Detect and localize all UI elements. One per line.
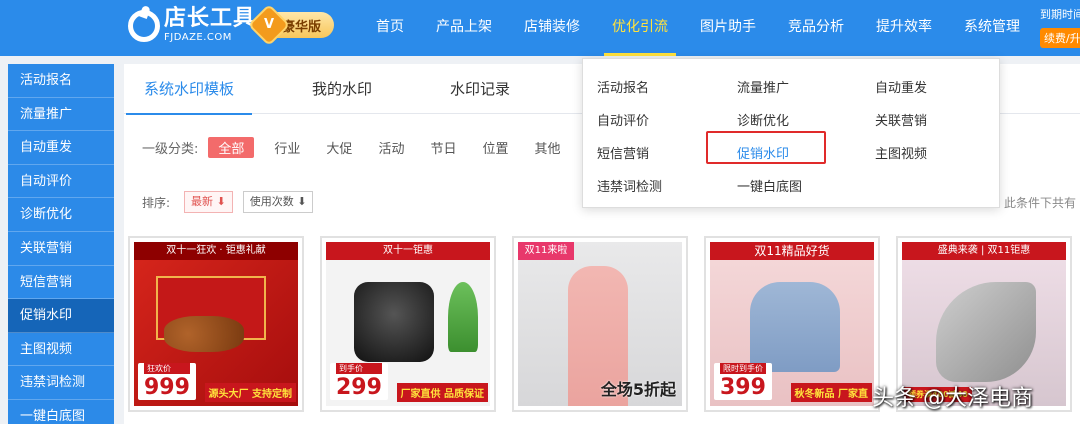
- sidebar-item-main-video[interactable]: 主图视频: [8, 333, 114, 367]
- brand-name: 店长工具: [164, 6, 257, 31]
- menu-item-diagnosis[interactable]: 诊断优化: [737, 110, 789, 129]
- filter-option-other[interactable]: 其他: [534, 138, 560, 157]
- nav-home[interactable]: 首页: [360, 0, 420, 56]
- sidebar-item-activity-signup[interactable]: 活动报名: [8, 64, 114, 98]
- menu-item-activity-signup[interactable]: 活动报名: [597, 77, 649, 96]
- top-navigation-bar: 店长工具 FJDAZE.COM V 豪华版 首页 产品上架 店铺装修 优化引流 …: [0, 0, 1080, 56]
- template-card[interactable]: 双11精品好货 限时到手价 399 秋冬新品 厂家直: [704, 236, 880, 412]
- brand-domain: FJDAZE.COM: [164, 32, 232, 43]
- logo-icon: [128, 9, 160, 42]
- menu-item-sms-marketing[interactable]: 短信营销: [597, 143, 649, 162]
- menu-item-banned-words[interactable]: 违禁词检测: [597, 176, 662, 195]
- template-card[interactable]: 双十一狂欢 · 钜惠礼献 狂欢价 999 源头大厂 支持定制: [128, 236, 304, 412]
- sidebar-item-banned-words[interactable]: 违禁词检测: [8, 366, 114, 400]
- template-card[interactable]: 双11来啦 全场5折起: [512, 236, 688, 412]
- sidebar-item-sms-marketing[interactable]: 短信营销: [8, 266, 114, 300]
- sidebar: 活动报名 流量推广 自动重发 自动评价 诊断优化 关联营销 短信营销 促销水印 …: [8, 64, 114, 424]
- tab-watermark-records[interactable]: 水印记录: [450, 64, 510, 114]
- card-ribbon: 双十一狂欢 · 钜惠礼献: [134, 242, 298, 260]
- sidebar-item-white-background[interactable]: 一键白底图: [8, 400, 114, 424]
- highlight-box: [706, 131, 826, 164]
- menu-item-white-background[interactable]: 一键白底图: [737, 176, 802, 195]
- edition-badge: V 豪华版: [247, 3, 334, 47]
- nav-efficiency[interactable]: 提升效率: [860, 0, 948, 56]
- category-filter: 一级分类: 全部 行业 大促 活动 节日 位置 其他: [142, 137, 587, 158]
- sort-label: 排序:: [142, 195, 171, 210]
- nav-product-listing[interactable]: 产品上架: [420, 0, 508, 56]
- card-slogan: 厂家直供 品质保证: [396, 383, 488, 402]
- result-count-note: 此条件下共有: [1004, 196, 1077, 210]
- nav-competitor-analysis[interactable]: 竞品分析: [772, 0, 860, 56]
- model-jacket-image: [750, 282, 840, 372]
- sort-newest-button[interactable]: 最新 ⬇: [184, 191, 233, 213]
- filter-option-position[interactable]: 位置: [482, 138, 508, 157]
- nav-image-assistant[interactable]: 图片助手: [684, 0, 772, 56]
- renew-button[interactable]: 续费/升: [1040, 28, 1080, 48]
- sidebar-item-diagnosis[interactable]: 诊断优化: [8, 198, 114, 232]
- menu-item-main-video[interactable]: 主图视频: [875, 143, 927, 162]
- nav-store-decoration[interactable]: 店铺装修: [508, 0, 596, 56]
- sidebar-item-related-marketing[interactable]: 关联营销: [8, 232, 114, 266]
- card-slogan: 全场5折起: [600, 380, 676, 399]
- filter-option-activity[interactable]: 活动: [378, 138, 404, 157]
- sort-bar: 排序: 最新 ⬇ 使用次数 ⬇: [142, 191, 323, 213]
- menu-item-auto-review[interactable]: 自动评价: [597, 110, 649, 129]
- filter-option-industry[interactable]: 行业: [274, 138, 300, 157]
- expiry-label: 到期时间: [1040, 8, 1080, 21]
- nav-traffic-optimization[interactable]: 优化引流: [596, 0, 684, 56]
- sidebar-item-auto-review[interactable]: 自动评价: [8, 165, 114, 199]
- menu-item-auto-relist[interactable]: 自动重发: [875, 77, 927, 96]
- card-ribbon: 双11精品好货: [710, 242, 874, 260]
- card-price: 到手价 299: [330, 363, 388, 400]
- template-card[interactable]: 双十一钜惠 到手价 299 厂家直供 品质保证: [320, 236, 496, 412]
- nuts-image: [164, 316, 244, 352]
- heels-image: [936, 282, 1036, 382]
- sort-usage-button[interactable]: 使用次数 ⬇: [242, 191, 314, 213]
- card-price: 狂欢价 999: [138, 363, 196, 400]
- sidebar-item-auto-relist[interactable]: 自动重发: [8, 131, 114, 165]
- card-slogan: 秋冬新品 厂家直: [790, 383, 872, 402]
- filter-option-festival[interactable]: 节日: [430, 138, 456, 157]
- card-slogan: 源头大厂 支持定制: [204, 383, 296, 402]
- filter-label: 一级分类:: [142, 142, 199, 157]
- tab-my-watermarks[interactable]: 我的水印: [312, 64, 372, 114]
- source-watermark: 头条 @大泽电商: [872, 386, 1033, 411]
- sidebar-item-promo-watermark[interactable]: 促销水印: [8, 299, 114, 333]
- sidebar-item-traffic-promotion[interactable]: 流量推广: [8, 98, 114, 132]
- main-nav: 首页 产品上架 店铺装修 优化引流 图片助手 竞品分析 提升效率 系统管理: [360, 0, 1036, 56]
- plant-image: [448, 282, 478, 352]
- brand-logo[interactable]: 店长工具 FJDAZE.COM: [128, 8, 256, 43]
- nav-system-management[interactable]: 系统管理: [948, 0, 1036, 56]
- rice-cooker-image: [354, 282, 434, 362]
- menu-item-related-marketing[interactable]: 关联营销: [875, 110, 927, 129]
- card-price: 限时到手价 399: [714, 363, 772, 400]
- card-ribbon: 双11来啦: [518, 242, 574, 260]
- card-ribbon: 盛典来袭 | 双11钜惠: [902, 242, 1066, 260]
- tab-system-templates[interactable]: 系统水印模板: [125, 64, 253, 115]
- menu-item-traffic-promotion[interactable]: 流量推广: [737, 77, 789, 96]
- filter-option-big-promo[interactable]: 大促: [326, 138, 352, 157]
- filter-option-all[interactable]: 全部: [208, 137, 255, 158]
- card-ribbon: 双十一钜惠: [326, 242, 490, 260]
